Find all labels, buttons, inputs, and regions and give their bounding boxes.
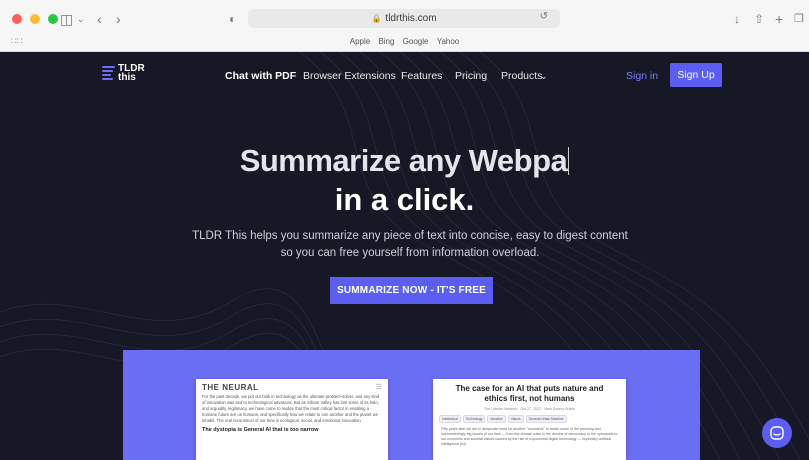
- menu-icon: ☰: [375, 384, 382, 391]
- summarize-now-button[interactable]: SUMMARIZE NOW - IT'S FREE: [330, 277, 493, 304]
- chevron-down-icon[interactable]: ⌄: [540, 71, 548, 82]
- chat-icon: [770, 426, 784, 440]
- nav-browser-extensions[interactable]: Browser Extensions: [303, 70, 396, 82]
- summary-card: The case for an AI that puts nature and …: [433, 379, 626, 460]
- privacy-shield-icon[interactable]: ◐: [229, 10, 236, 28]
- download-icon[interactable]: ↓: [734, 10, 740, 28]
- browser-toolbar: ◫ ⌄ ‹ › ◐ 🔒 tldrthis.com ↺ ↓ ⇧ + ❐ ∷∷ Ap…: [0, 0, 809, 52]
- article-brand: THE NEURAL: [202, 383, 259, 392]
- tag: Values: [507, 415, 524, 423]
- nav-products[interactable]: Products: [501, 70, 542, 82]
- minimize-window-button[interactable]: [30, 14, 40, 24]
- favorite-google[interactable]: Google: [403, 37, 429, 46]
- page: TLDR this Chat with PDF Browser Extensio…: [0, 52, 809, 460]
- favorites-bar: Apple Bing Google Yahoo: [0, 37, 809, 46]
- logo-line-2: this: [118, 72, 136, 83]
- address-bar[interactable]: 🔒 tldrthis.com ↺: [248, 9, 560, 28]
- favorite-bing[interactable]: Bing: [378, 37, 394, 46]
- logo-bars-icon: [102, 66, 115, 80]
- sign-up-button[interactable]: Sign Up: [670, 63, 722, 87]
- sidebar-icon[interactable]: ◫: [60, 10, 73, 28]
- summary-tags: Intellectual Technology Idealism Values …: [439, 415, 620, 423]
- article-heading: The dystopia is General AI that is too n…: [202, 427, 319, 433]
- hero-title-line-2: in a click.: [334, 182, 475, 217]
- nav-chat-with-pdf[interactable]: Chat with PDF: [225, 70, 296, 82]
- tldr-this-logo[interactable]: TLDR this: [102, 64, 145, 83]
- zoom-window-button[interactable]: [48, 14, 58, 24]
- source-article-card: THE NEURAL ☰ For the past decade, we put…: [196, 379, 388, 460]
- summary-title: The case for an AI that puts nature and …: [455, 384, 604, 403]
- nav-features[interactable]: Features: [401, 70, 442, 82]
- close-window-button[interactable]: [12, 14, 22, 24]
- hero-subtitle: TLDR This helps you summarize any piece …: [192, 230, 628, 259]
- lock-icon: 🔒: [371, 14, 382, 23]
- summary-bullet: Fifty years later we are in desperate ne…: [441, 427, 618, 446]
- demo-panel: THE NEURAL ☰ For the past decade, we put…: [123, 350, 700, 460]
- new-tab-icon[interactable]: +: [775, 10, 783, 28]
- logo-text: TLDR this: [118, 64, 145, 83]
- typing-cursor: [568, 147, 570, 175]
- url-text: tldrthis.com: [385, 13, 437, 24]
- summary-meta: The Lobster Network · Oct 27, 2022 · Vie…: [483, 407, 576, 411]
- chat-launcher-button[interactable]: [762, 418, 792, 448]
- nav-pricing[interactable]: Pricing: [455, 70, 487, 82]
- tag: General Urban Machine: [525, 415, 567, 423]
- hero-title-line-1: Summarize any Webpa: [0, 143, 809, 179]
- sign-in-link[interactable]: Sign in: [626, 70, 658, 82]
- tag: Technology: [462, 415, 486, 423]
- forward-icon[interactable]: ›: [116, 10, 121, 28]
- favorite-yahoo[interactable]: Yahoo: [437, 37, 460, 46]
- window-controls: [12, 14, 58, 24]
- tab-overview-icon[interactable]: ❐: [794, 10, 804, 28]
- share-icon[interactable]: ⇧: [754, 10, 764, 28]
- article-paragraph: For the past decade, we put our faith in…: [202, 394, 380, 423]
- site-header: TLDR this Chat with PDF Browser Extensio…: [0, 52, 809, 100]
- favorite-apple[interactable]: Apple: [350, 37, 370, 46]
- tag: Idealism: [487, 415, 506, 423]
- chevron-down-icon[interactable]: ⌄: [77, 10, 85, 28]
- back-icon[interactable]: ‹: [97, 10, 102, 28]
- translate-reload-icon[interactable]: ↺: [540, 11, 548, 22]
- hero-title-text: Summarize any Webpa: [239, 143, 568, 178]
- tag: Intellectual: [439, 415, 461, 423]
